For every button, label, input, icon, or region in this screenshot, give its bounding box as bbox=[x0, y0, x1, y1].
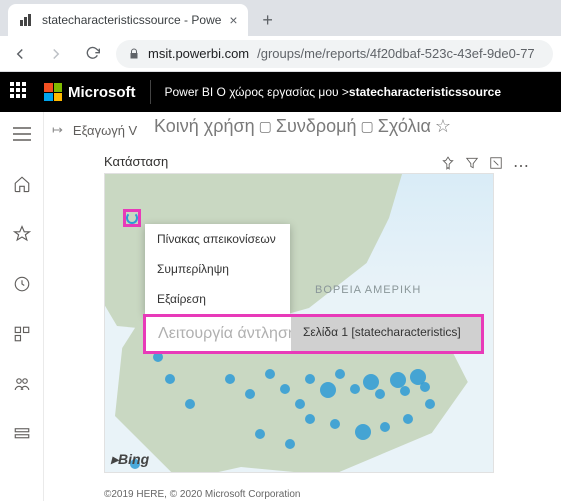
app-header: Microsoft Power BI Ο χώρος εργασίας μου … bbox=[0, 72, 561, 112]
breadcrumb-arrow-icon: ↦ bbox=[52, 122, 63, 138]
page-actions: Κοινή χρήση ▢ Συνδρομή ▢ Σχόλια ☆ bbox=[154, 116, 451, 137]
drillthrough-highlight: Λειτουργία άντλησης Σελίδα 1 [statechara… bbox=[143, 314, 484, 354]
highlighted-datapoint bbox=[123, 209, 141, 227]
url-path: /groups/me/reports/4f20dbaf-523c-43ef-9d… bbox=[257, 46, 535, 61]
app-launcher-icon[interactable] bbox=[10, 82, 30, 102]
url-host: msit.powerbi.com bbox=[148, 46, 249, 61]
shared-icon[interactable] bbox=[6, 368, 38, 400]
map-copyright: ©2019 HERE, © 2020 Microsoft Corporation bbox=[104, 489, 541, 500]
favorites-icon[interactable] bbox=[6, 218, 38, 250]
side-rail bbox=[0, 112, 44, 501]
workspaces-icon[interactable] bbox=[6, 418, 38, 450]
subscribe-icon: ▢ bbox=[361, 118, 374, 135]
hamburger-icon[interactable] bbox=[6, 118, 38, 150]
url-input[interactable]: msit.powerbi.com/groups/me/reports/4f20d… bbox=[116, 40, 553, 68]
lock-icon bbox=[128, 48, 140, 60]
menu-show-as-table[interactable]: Πίνακας απεικονίσεων bbox=[145, 224, 290, 254]
share-label[interactable]: Κοινή χρήση bbox=[154, 116, 255, 137]
back-button[interactable] bbox=[8, 42, 32, 66]
menu-include[interactable]: Συμπερίληψη bbox=[145, 254, 290, 284]
header-divider bbox=[150, 80, 151, 104]
menu-exclude[interactable]: Εξαίρεση bbox=[145, 284, 290, 314]
brand-text: Microsoft bbox=[68, 84, 136, 101]
apps-icon[interactable] bbox=[6, 318, 38, 350]
home-icon[interactable] bbox=[6, 168, 38, 200]
more-icon[interactable]: ⋯ bbox=[513, 156, 531, 176]
browser-tab-strip: statecharacteristicssource - Powe × + bbox=[0, 0, 561, 36]
new-tab-button[interactable]: + bbox=[254, 6, 282, 34]
menu-drillthrough[interactable]: Λειτουργία άντλησης bbox=[146, 317, 291, 351]
microsoft-logo: Microsoft bbox=[44, 83, 136, 101]
star-icon[interactable]: ☆ bbox=[435, 116, 451, 137]
report-content: ↦ Εξαγωγή V Κοινή χρήση ▢ Συνδρομή ▢ Σχό… bbox=[44, 112, 561, 501]
recent-icon[interactable] bbox=[6, 268, 38, 300]
browser-tab[interactable]: statecharacteristicssource - Powe × bbox=[8, 4, 248, 36]
report-toolbar: ↦ Εξαγωγή V Κοινή χρήση ▢ Συνδρομή ▢ Σχό… bbox=[44, 112, 561, 148]
map-visual[interactable]: ΒΟΡΕΙΑ ΑΜΕΡΙΚΗ bbox=[104, 173, 494, 473]
tab-title: statecharacteristicssource - Powe bbox=[42, 13, 221, 27]
breadcrumb: Power BI Ο χώρος εργασίας μου >statechar… bbox=[165, 85, 502, 99]
close-tab-icon[interactable]: × bbox=[229, 12, 237, 28]
comments-label[interactable]: Σχόλια bbox=[378, 116, 431, 137]
chart-favicon-icon bbox=[18, 12, 34, 28]
bing-logo: ▸Bing bbox=[111, 451, 149, 468]
forward-button[interactable] bbox=[44, 42, 68, 66]
drillthrough-target[interactable]: Σελίδα 1 [statecharacteristics] bbox=[291, 317, 481, 351]
address-bar: msit.powerbi.com/groups/me/reports/4f20d… bbox=[0, 36, 561, 72]
reload-button[interactable] bbox=[80, 42, 104, 66]
share-icon: ▢ bbox=[259, 118, 272, 135]
subscribe-label[interactable]: Συνδρομή bbox=[276, 116, 357, 137]
export-menu[interactable]: Εξαγωγή V bbox=[73, 123, 137, 138]
context-menu: Πίνακας απεικονίσεων Συμπερίληψη Εξαίρεσ… bbox=[145, 224, 290, 314]
